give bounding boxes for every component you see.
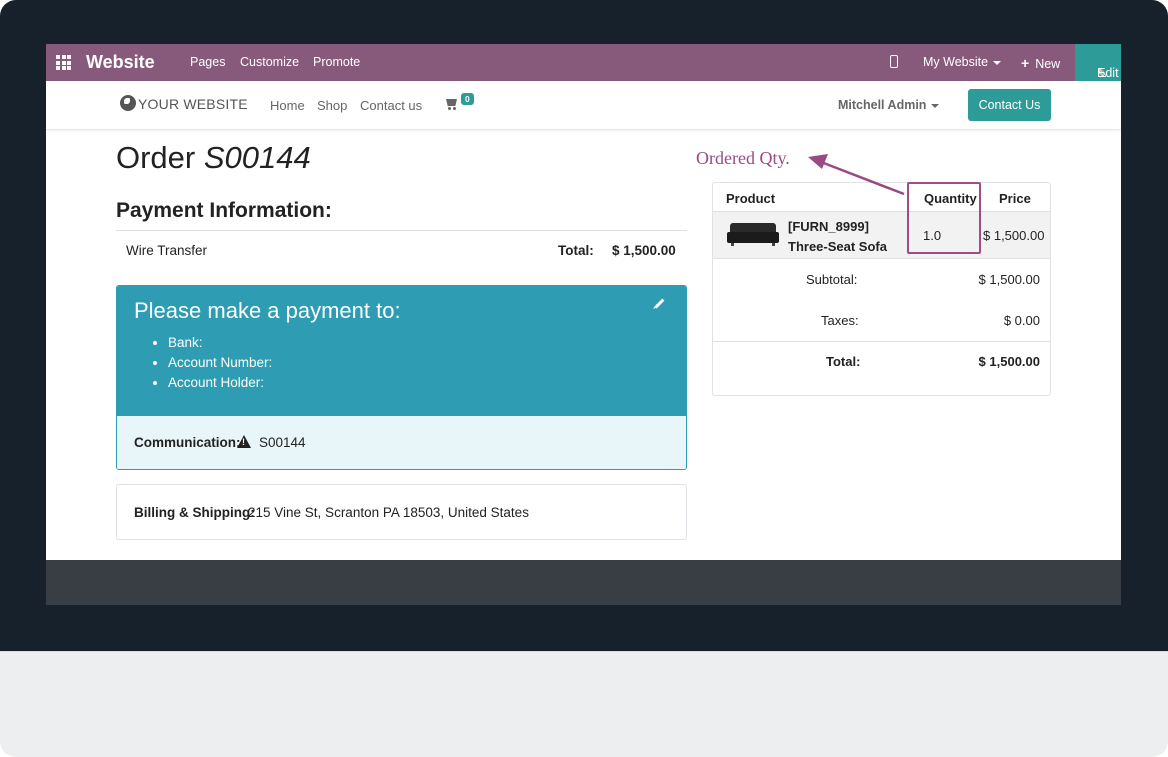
browser-screen: Website Pages Customize Promote My Websi… xyxy=(46,44,1121,605)
monitor-frame: Website Pages Customize Promote My Websi… xyxy=(0,0,1168,757)
annotation-arrow-icon xyxy=(808,154,905,196)
monitor-base xyxy=(0,651,1168,757)
page-footer xyxy=(46,560,1121,605)
